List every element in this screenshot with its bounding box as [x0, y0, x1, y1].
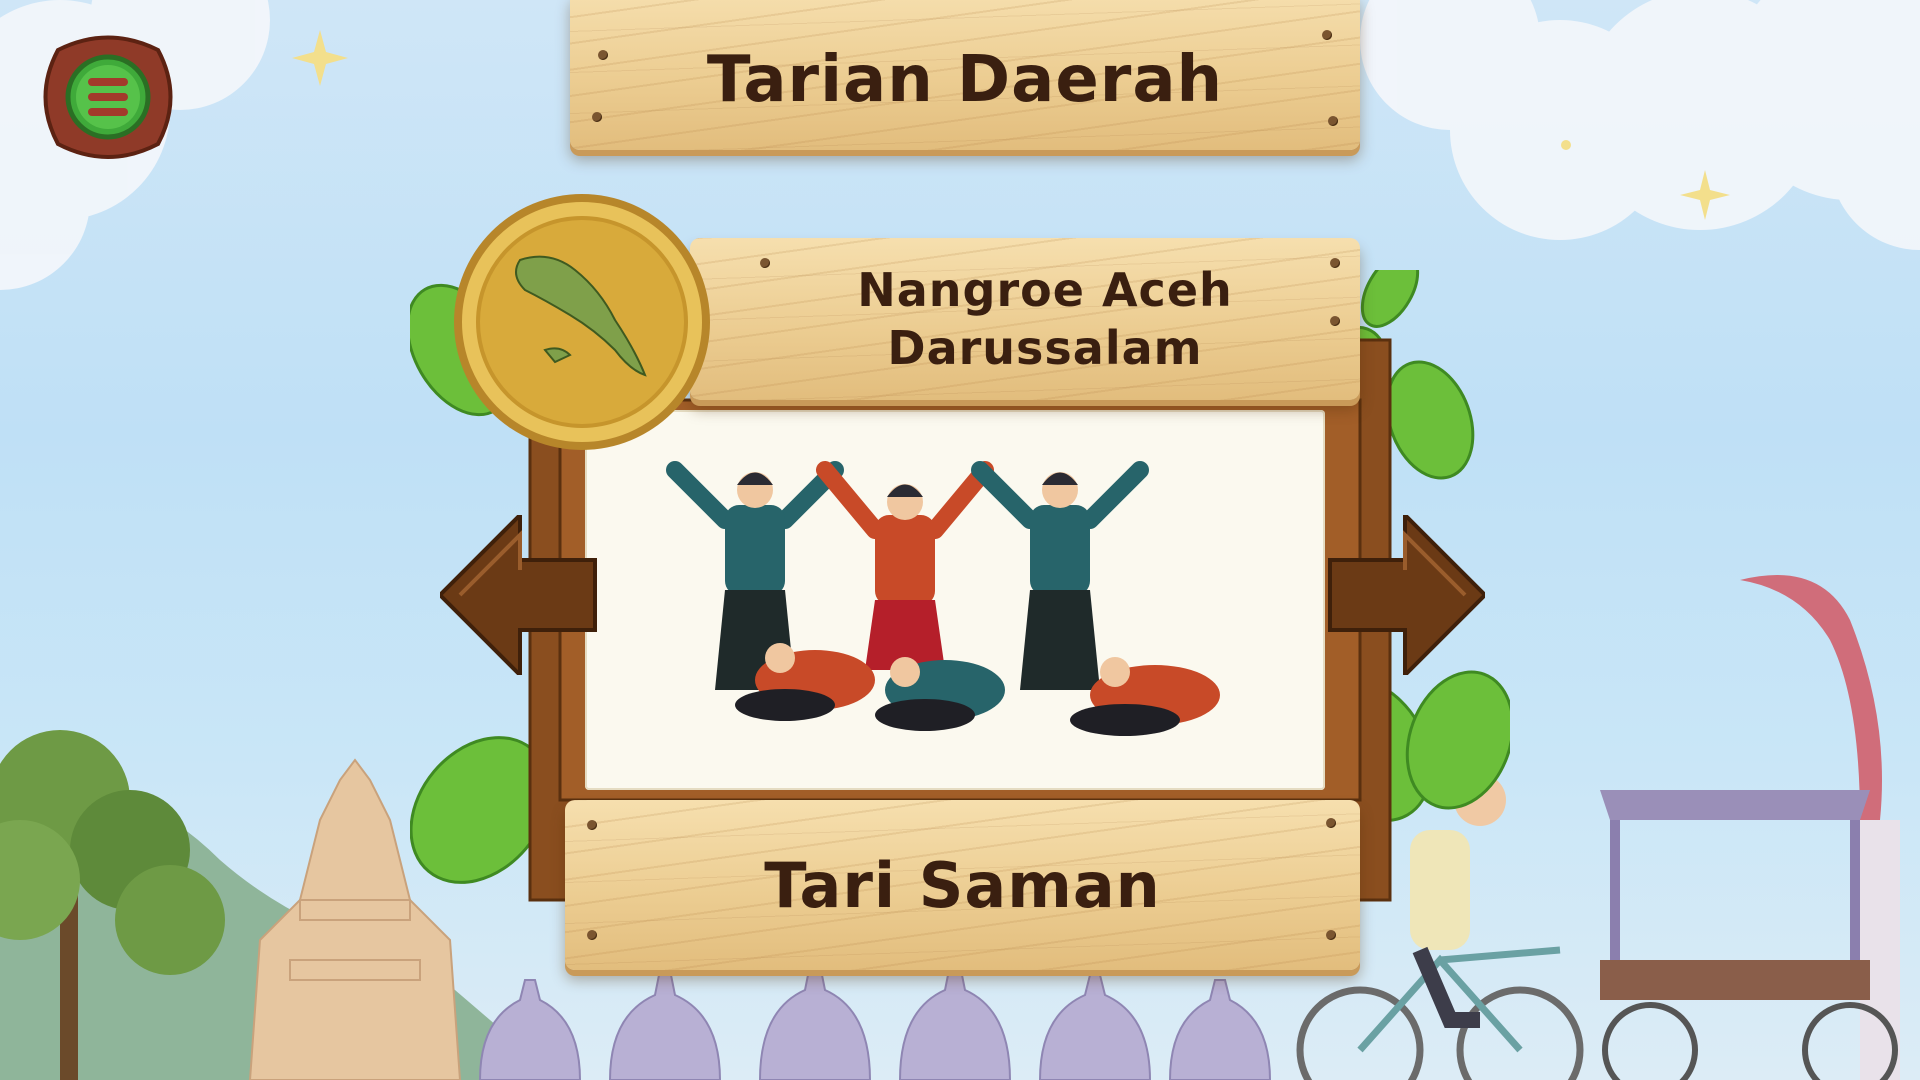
- next-button[interactable]: [1325, 510, 1488, 680]
- arrow-left-icon: [437, 510, 597, 680]
- title-plank: Tarian Daerah: [570, 0, 1360, 150]
- arrow-right-icon: [1328, 510, 1488, 680]
- dancers-illustration: [666, 461, 1220, 736]
- region-coin: [450, 190, 715, 455]
- menu-button[interactable]: [38, 30, 178, 164]
- dance-name: Tari Saman: [764, 848, 1161, 922]
- region-plank: Nangroe Aceh Darussalam: [690, 238, 1360, 400]
- aceh-map-coin-icon: [454, 194, 710, 450]
- prev-button[interactable]: [437, 510, 600, 680]
- region-name-line1: Nangroe Aceh: [857, 263, 1233, 317]
- region-name-line2: Darussalam: [887, 321, 1203, 375]
- menu-icon: [43, 35, 173, 159]
- page-title: Tarian Daerah: [706, 43, 1224, 117]
- dance-illustration-panel: [585, 410, 1325, 790]
- dance-name-plank: Tari Saman: [565, 800, 1360, 970]
